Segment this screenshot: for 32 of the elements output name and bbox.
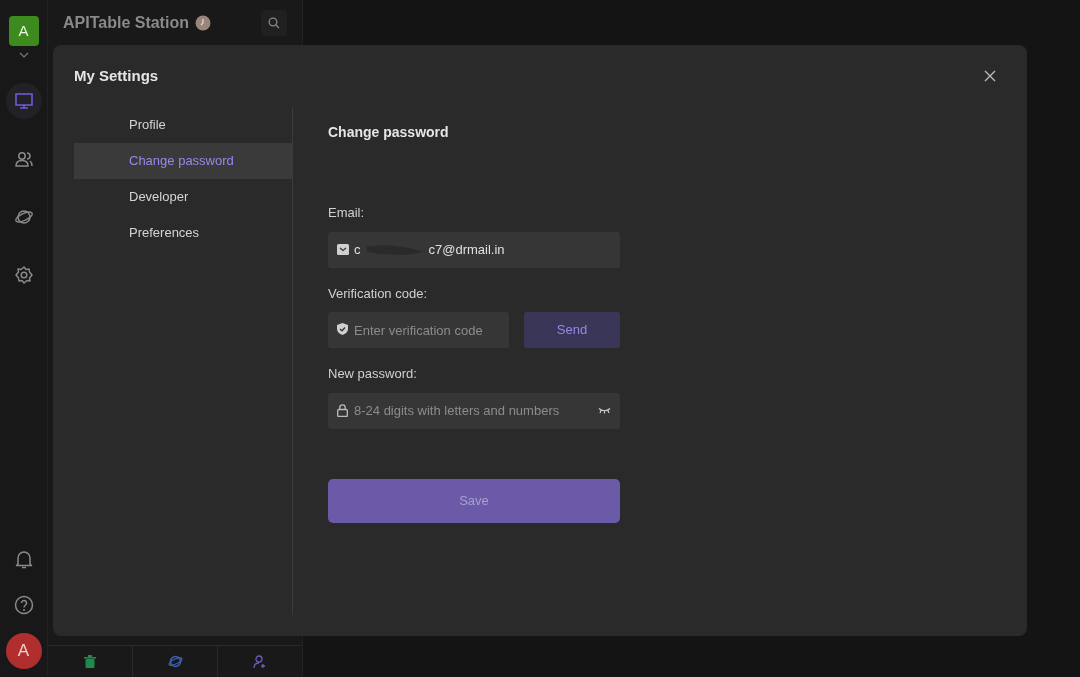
- chevron-down-icon[interactable]: [18, 52, 29, 58]
- shield-icon: [337, 323, 348, 335]
- lock-icon: [337, 403, 348, 417]
- eye-closed-icon[interactable]: [598, 406, 611, 414]
- clock-icon: [194, 14, 211, 31]
- monitor-icon[interactable]: [5, 83, 42, 119]
- field-label: Verification code:: [328, 284, 428, 303]
- help-icon[interactable]: [13, 595, 34, 615]
- email-value-start: c: [354, 240, 361, 259]
- mail-icon: [337, 244, 349, 255]
- bell-icon[interactable]: [14, 549, 33, 569]
- space-title: APITable Station: [63, 12, 189, 33]
- planet-icon[interactable]: [167, 655, 183, 668]
- add-user-icon[interactable]: [253, 654, 267, 669]
- field-label: New password:: [328, 365, 418, 383]
- field-label: Email:: [328, 204, 366, 222]
- search-button[interactable]: [261, 9, 287, 36]
- verification-code-field[interactable]: Enter verification code: [328, 312, 509, 348]
- search-icon: [268, 16, 280, 29]
- email-value-end: c7@drmail.in: [428, 240, 505, 259]
- section-title: Change password: [328, 123, 450, 142]
- settings-nav-item[interactable]: Profile: [74, 107, 292, 143]
- settings-nav-item[interactable]: Preferences: [74, 215, 292, 251]
- password-field[interactable]: 8-24 digits with letters and numbers: [328, 392, 620, 429]
- email-field[interactable]: c c7@drmail.in: [328, 231, 620, 268]
- send-button[interactable]: Send: [524, 312, 620, 348]
- dialog-title: My Settings: [74, 65, 159, 86]
- settings-nav-item[interactable]: Change password: [74, 143, 292, 179]
- space-avatar[interactable]: A: [8, 16, 39, 46]
- settings-nav-item[interactable]: Developer: [74, 179, 292, 215]
- user-avatar[interactable]: A: [5, 633, 42, 669]
- trash-icon[interactable]: [84, 655, 96, 668]
